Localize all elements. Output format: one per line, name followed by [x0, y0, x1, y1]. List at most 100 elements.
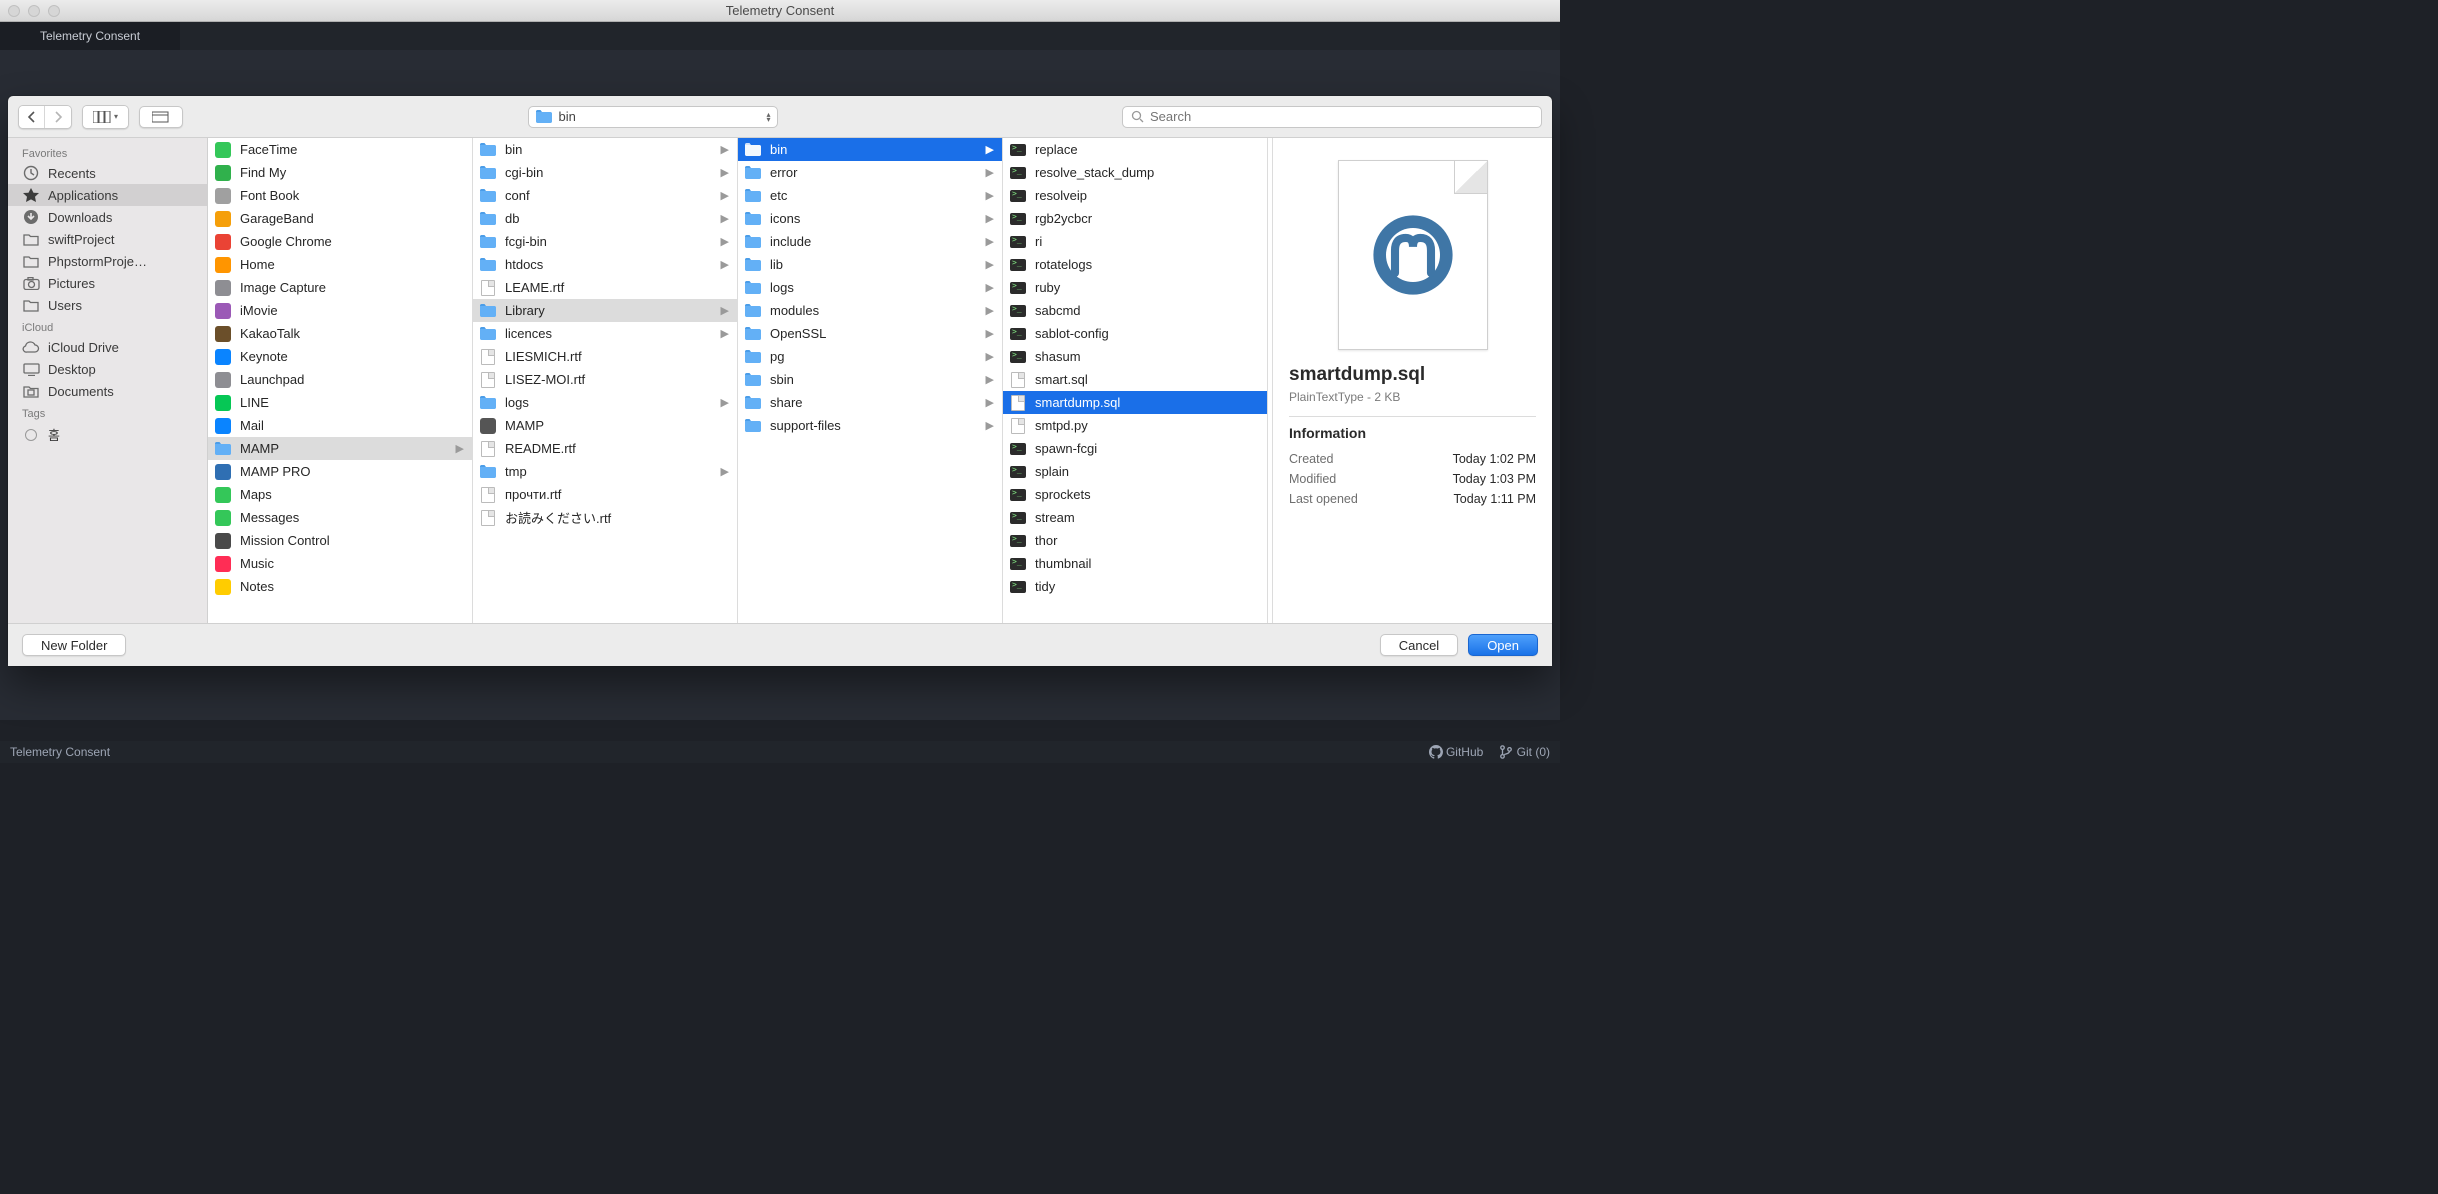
column-item[interactable]: cgi-bin▶: [473, 161, 737, 184]
column-item[interactable]: iMovie: [208, 299, 472, 322]
statusbar-github[interactable]: GitHub: [1429, 745, 1484, 760]
column-item[interactable]: etc▶: [738, 184, 1002, 207]
column-item[interactable]: thor: [1003, 529, 1267, 552]
column-item[interactable]: Library▶: [473, 299, 737, 322]
column-item[interactable]: splain: [1003, 460, 1267, 483]
sidebar-item[interactable]: swiftProject: [8, 228, 207, 250]
column-item[interactable]: Image Capture: [208, 276, 472, 299]
column-item[interactable]: прочти.rtf: [473, 483, 737, 506]
chevron-right-icon: ▶: [986, 189, 994, 202]
close-window-button[interactable]: [8, 5, 20, 17]
column-item[interactable]: Music: [208, 552, 472, 575]
statusbar-git[interactable]: Git (0): [1499, 745, 1550, 760]
column-item[interactable]: Font Book: [208, 184, 472, 207]
column-item[interactable]: KakaoTalk: [208, 322, 472, 345]
column-item[interactable]: stream: [1003, 506, 1267, 529]
column-item[interactable]: resolve_stack_dump: [1003, 161, 1267, 184]
new-folder-button[interactable]: New Folder: [22, 634, 126, 656]
column-item[interactable]: include▶: [738, 230, 1002, 253]
column-item[interactable]: lib▶: [738, 253, 1002, 276]
sidebar-item[interactable]: Downloads: [8, 206, 207, 228]
column-item[interactable]: sprockets: [1003, 483, 1267, 506]
column-item[interactable]: Keynote: [208, 345, 472, 368]
column-item[interactable]: htdocs▶: [473, 253, 737, 276]
column-item[interactable]: tidy: [1003, 575, 1267, 598]
column-item[interactable]: README.rtf: [473, 437, 737, 460]
column-item[interactable]: bin▶: [738, 138, 1002, 161]
zoom-window-button[interactable]: [48, 5, 60, 17]
open-button[interactable]: Open: [1468, 634, 1538, 656]
column-item[interactable]: sabcmd: [1003, 299, 1267, 322]
column-item[interactable]: db▶: [473, 207, 737, 230]
minimize-window-button[interactable]: [28, 5, 40, 17]
column-item[interactable]: LEAME.rtf: [473, 276, 737, 299]
column-item[interactable]: Messages: [208, 506, 472, 529]
column-item[interactable]: Mail: [208, 414, 472, 437]
column-item[interactable]: thumbnail: [1003, 552, 1267, 575]
column-item[interactable]: Google Chrome: [208, 230, 472, 253]
column-item[interactable]: Home: [208, 253, 472, 276]
column-item[interactable]: sablot-config: [1003, 322, 1267, 345]
column-item[interactable]: spawn-fcgi: [1003, 437, 1267, 460]
forward-button[interactable]: [45, 106, 71, 128]
column-item[interactable]: icons▶: [738, 207, 1002, 230]
sidebar-item[interactable]: iCloud Drive: [8, 336, 207, 358]
column-item[interactable]: お読みください.rtf: [473, 506, 737, 529]
column-item[interactable]: shasum: [1003, 345, 1267, 368]
column-item[interactable]: Mission Control: [208, 529, 472, 552]
column-item[interactable]: share▶: [738, 391, 1002, 414]
column-item[interactable]: ri: [1003, 230, 1267, 253]
column-item[interactable]: FaceTime: [208, 138, 472, 161]
column-item[interactable]: bin▶: [473, 138, 737, 161]
column-item[interactable]: LINE: [208, 391, 472, 414]
sidebar-item[interactable]: Recents: [8, 162, 207, 184]
column-item[interactable]: LIESMICH.rtf: [473, 345, 737, 368]
column-item[interactable]: conf▶: [473, 184, 737, 207]
column-item[interactable]: smart.sql: [1003, 368, 1267, 391]
column-item[interactable]: MAMP▶: [208, 437, 472, 460]
search-input[interactable]: [1150, 109, 1533, 124]
column-item[interactable]: rgb2ycbcr: [1003, 207, 1267, 230]
search-field[interactable]: [1122, 106, 1542, 128]
column-item[interactable]: fcgi-bin▶: [473, 230, 737, 253]
column-item[interactable]: resolveip: [1003, 184, 1267, 207]
sidebar-item[interactable]: Documents: [8, 380, 207, 402]
column-item[interactable]: logs▶: [473, 391, 737, 414]
sidebar-item[interactable]: 홈: [8, 422, 207, 447]
column-item[interactable]: Find My: [208, 161, 472, 184]
column-item[interactable]: MAMP PRO: [208, 460, 472, 483]
column-item[interactable]: smtpd.py: [1003, 414, 1267, 437]
column-item[interactable]: pg▶: [738, 345, 1002, 368]
sidebar-item[interactable]: Applications: [8, 184, 207, 206]
column-item[interactable]: GarageBand: [208, 207, 472, 230]
sidebar-item[interactable]: Users: [8, 294, 207, 316]
column-item[interactable]: LISEZ-MOI.rtf: [473, 368, 737, 391]
column-item[interactable]: Launchpad: [208, 368, 472, 391]
column-item[interactable]: Maps: [208, 483, 472, 506]
column-item[interactable]: Notes: [208, 575, 472, 598]
column-item[interactable]: smartdump.sql: [1003, 391, 1267, 414]
sidebar-item[interactable]: Pictures: [8, 272, 207, 294]
app-tab[interactable]: Telemetry Consent: [0, 22, 180, 50]
chevron-right-icon: ▶: [721, 327, 729, 340]
column-item[interactable]: ruby: [1003, 276, 1267, 299]
column-item[interactable]: support-files▶: [738, 414, 1002, 437]
path-dropdown[interactable]: bin ▴▾: [528, 106, 778, 128]
column-item[interactable]: OpenSSL▶: [738, 322, 1002, 345]
cancel-button[interactable]: Cancel: [1380, 634, 1458, 656]
column-item[interactable]: logs▶: [738, 276, 1002, 299]
chevron-right-icon: ▶: [986, 373, 994, 386]
group-button[interactable]: [139, 106, 183, 128]
column-item[interactable]: rotatelogs: [1003, 253, 1267, 276]
column-item[interactable]: modules▶: [738, 299, 1002, 322]
sidebar-item[interactable]: PhpstormProje…: [8, 250, 207, 272]
column-item[interactable]: tmp▶: [473, 460, 737, 483]
back-button[interactable]: [19, 106, 45, 128]
sidebar-item[interactable]: Desktop: [8, 358, 207, 380]
column-item[interactable]: replace: [1003, 138, 1267, 161]
column-item[interactable]: error▶: [738, 161, 1002, 184]
column-item[interactable]: licences▶: [473, 322, 737, 345]
view-columns-button[interactable]: ▾: [83, 106, 128, 128]
column-item[interactable]: MAMP: [473, 414, 737, 437]
column-item[interactable]: sbin▶: [738, 368, 1002, 391]
